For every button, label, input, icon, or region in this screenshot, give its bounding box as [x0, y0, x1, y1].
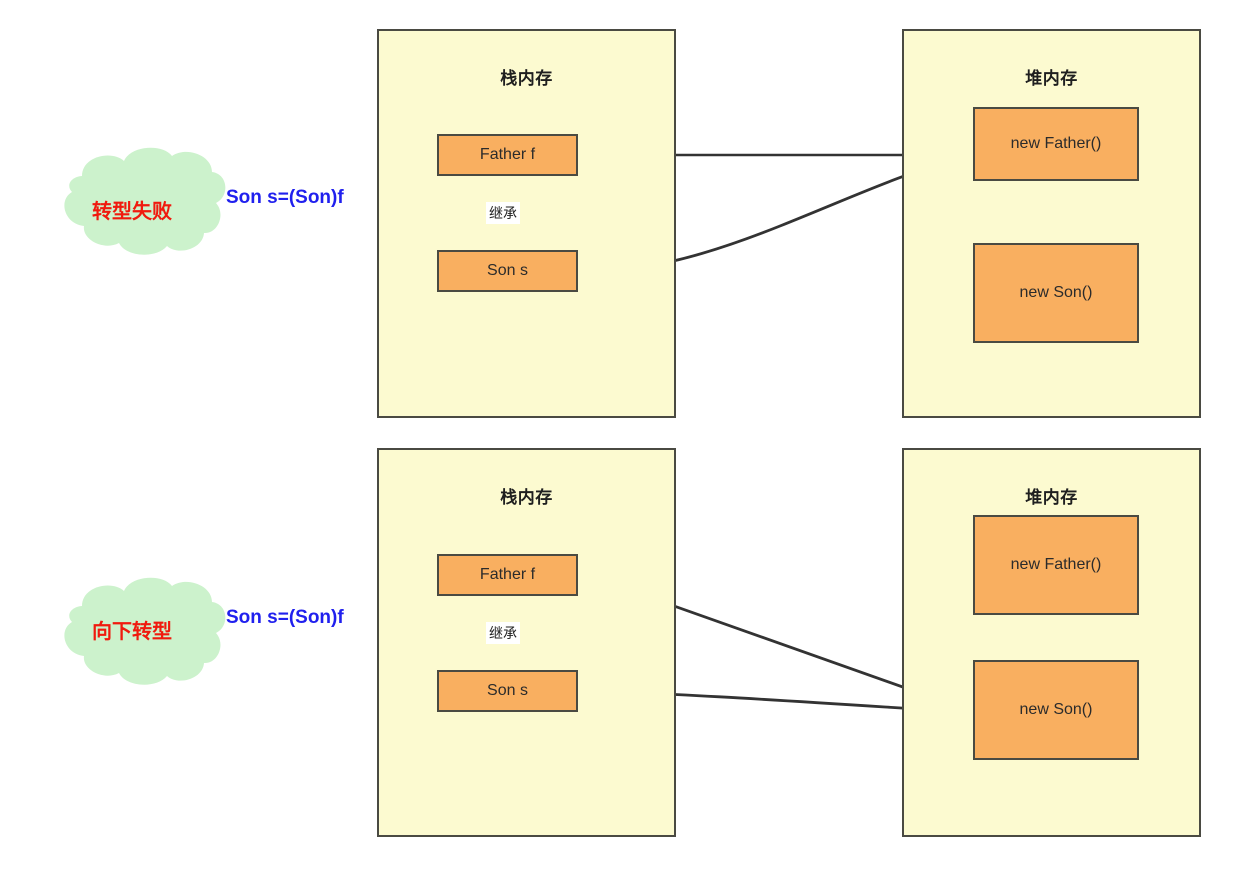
heap-box-new-father-bottom: new Father(): [973, 515, 1139, 615]
heap-memory-panel-top: 堆内存: [902, 29, 1201, 418]
heap-memory-title-top: 堆内存: [1025, 69, 1078, 88]
heap-memory-panel-bottom: 堆内存: [902, 448, 1201, 837]
cast-expression-downcast: Son s=(Son)f: [226, 607, 344, 628]
stack-memory-panel-bottom: 栈内存: [377, 448, 676, 837]
stack-box-son-s-bottom: Son s: [437, 670, 578, 712]
stack-box-father-f-top: Father f: [437, 134, 578, 176]
inheritance-label-bottom: 继承: [486, 622, 520, 644]
inheritance-label-top: 继承: [486, 202, 520, 224]
stack-memory-panel-top: 栈内存: [377, 29, 676, 418]
memory-model-diagram: 转型失败 Son s=(Son)f 栈内存 Father f Son s 继承 …: [0, 0, 1250, 869]
cloud-label-downcast: 向下转型: [92, 620, 172, 643]
heap-box-new-father-top: new Father(): [973, 107, 1139, 181]
heap-memory-title-bottom: 堆内存: [1025, 488, 1078, 507]
stack-box-son-s-top: Son s: [437, 250, 578, 292]
cast-expression-upcast-failure: Son s=(Son)f: [226, 187, 344, 208]
cloud-label-upcast-failure: 转型失败: [92, 200, 172, 223]
stack-memory-title-top: 栈内存: [500, 69, 553, 88]
stack-memory-title-bottom: 栈内存: [500, 488, 553, 507]
stack-box-father-f-bottom: Father f: [437, 554, 578, 596]
heap-box-new-son-bottom: new Son(): [973, 660, 1139, 760]
heap-box-new-son-top: new Son(): [973, 243, 1139, 343]
